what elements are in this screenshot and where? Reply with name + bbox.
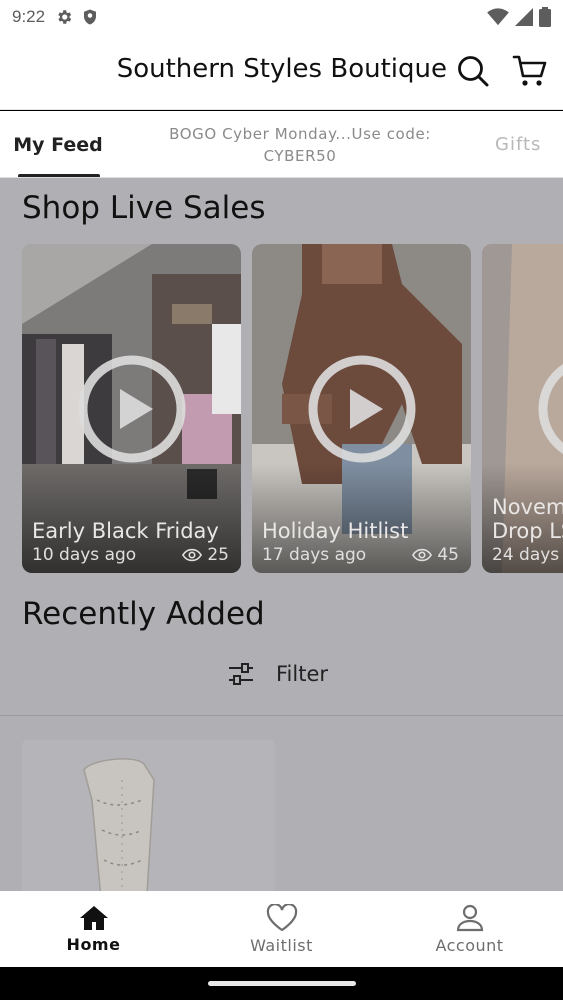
sliders-icon bbox=[229, 663, 253, 685]
app-header: Southern Styles Boutique bbox=[0, 34, 563, 110]
person-icon bbox=[456, 904, 483, 931]
nav-waitlist[interactable]: Waitlist bbox=[188, 891, 375, 967]
nav-label: Home bbox=[66, 934, 121, 954]
bottom-navigation: Home Waitlist Account bbox=[0, 891, 563, 967]
tab-gifts[interactable]: Gifts bbox=[495, 111, 563, 177]
product-image bbox=[22, 740, 275, 891]
view-count: 25 bbox=[182, 545, 229, 565]
section-title-live-sales: Shop Live Sales bbox=[22, 190, 266, 226]
tab-bogo-cyber-monday[interactable]: BOGO Cyber Monday...Use code: CYBER50 bbox=[150, 111, 450, 177]
live-sale-age: 10 days ago bbox=[32, 545, 137, 565]
tab-label: My Feed bbox=[13, 133, 103, 156]
tab-label: Gifts bbox=[495, 134, 542, 155]
nav-account[interactable]: Account bbox=[376, 891, 563, 967]
main-content: Shop Live Sales Early Black Friday 10 da… bbox=[0, 178, 563, 891]
play-icon[interactable] bbox=[77, 354, 187, 464]
shield-icon bbox=[84, 9, 97, 25]
tab-label: BOGO Cyber Monday...Use code: CYBER50 bbox=[169, 124, 431, 165]
feed-tabs: My Feed BOGO Cyber Monday...Use code: CY… bbox=[0, 111, 563, 178]
play-icon[interactable] bbox=[537, 354, 563, 464]
live-sale-card[interactable]: November Drop LS 24 days bbox=[482, 244, 563, 573]
status-time: 9:22 bbox=[12, 7, 46, 26]
section-title-recently-added: Recently Added bbox=[22, 596, 265, 632]
live-sale-age: 24 days bbox=[492, 545, 560, 565]
nav-home[interactable]: Home bbox=[0, 891, 187, 967]
search-icon[interactable] bbox=[456, 54, 490, 88]
live-sale-title: Early Black Friday bbox=[32, 519, 219, 543]
play-icon[interactable] bbox=[307, 354, 417, 464]
view-count-value: 45 bbox=[437, 545, 459, 565]
live-sale-age: 17 days ago bbox=[262, 545, 367, 565]
view-count: 45 bbox=[412, 545, 459, 565]
eye-icon bbox=[182, 548, 203, 562]
battery-icon bbox=[539, 7, 551, 27]
wifi-icon bbox=[487, 8, 509, 26]
live-sale-title: November Drop LS bbox=[492, 495, 563, 543]
home-icon bbox=[79, 905, 108, 930]
signal-icon bbox=[515, 8, 533, 26]
nav-label: Waitlist bbox=[250, 935, 313, 955]
live-sale-title: Holiday Hitlist bbox=[262, 519, 409, 543]
live-sale-card[interactable]: Early Black Friday 10 days ago 25 bbox=[22, 244, 241, 573]
home-gesture-handle[interactable] bbox=[208, 981, 356, 986]
filter-button[interactable]: Filter bbox=[228, 662, 328, 686]
tab-my-feed[interactable]: My Feed bbox=[10, 111, 106, 177]
filter-label: Filter bbox=[276, 662, 329, 686]
eye-icon bbox=[412, 548, 433, 562]
gear-icon bbox=[58, 10, 72, 24]
system-nav-bar bbox=[0, 967, 563, 1000]
divider bbox=[0, 715, 563, 716]
store-title: Southern Styles Boutique bbox=[116, 54, 447, 84]
nav-label: Account bbox=[435, 935, 504, 955]
heart-icon bbox=[266, 903, 297, 931]
status-bar: 9:22 bbox=[0, 0, 563, 34]
live-sale-card[interactable]: Holiday Hitlist 17 days ago 45 bbox=[252, 244, 471, 573]
product-card[interactable] bbox=[22, 740, 275, 891]
cart-icon[interactable] bbox=[512, 54, 548, 88]
view-count-value: 25 bbox=[207, 545, 229, 565]
live-sales-carousel[interactable]: Early Black Friday 10 days ago 25 Holida… bbox=[0, 244, 563, 574]
